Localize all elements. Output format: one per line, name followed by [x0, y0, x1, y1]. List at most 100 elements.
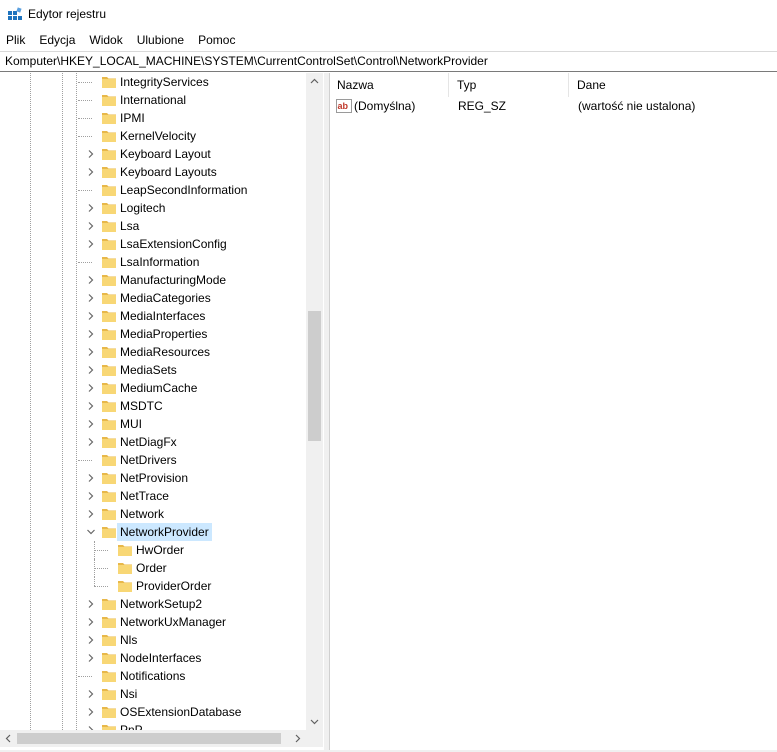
tree-item[interactable]: PnP — [0, 721, 306, 730]
chevron-right-icon[interactable] — [86, 599, 96, 609]
chevron-right-icon[interactable] — [86, 617, 96, 627]
tree-guide-line — [94, 541, 95, 559]
chevron-right-icon[interactable] — [86, 239, 96, 249]
tree-item-label: MUI — [120, 417, 142, 431]
scroll-down-icon[interactable] — [310, 717, 319, 726]
value-type: REG_SZ — [458, 99, 507, 113]
chevron-right-icon[interactable] — [86, 167, 96, 177]
tree-item[interactable]: Logitech — [0, 199, 306, 217]
tree-item[interactable]: MediaProperties — [0, 325, 306, 343]
scroll-right-icon[interactable] — [293, 734, 302, 743]
folder-icon — [102, 617, 116, 628]
address-input[interactable] — [0, 52, 777, 71]
values-list-pane: Nazwa Typ Dane ab (Domyślna) REG_SZ (war… — [329, 73, 777, 750]
value-row[interactable]: ab (Domyślna) REG_SZ (wartość nie ustalo… — [330, 97, 777, 115]
value-data: (wartość nie ustalona) — [578, 99, 696, 113]
tree-item[interactable]: NodeInterfaces — [0, 649, 306, 667]
chevron-right-icon[interactable] — [86, 149, 96, 159]
chevron-right-icon[interactable] — [86, 707, 96, 717]
tree-vertical-scrollbar[interactable] — [306, 73, 323, 730]
chevron-right-icon[interactable] — [86, 509, 96, 519]
folder-icon — [102, 653, 116, 664]
tree-horizontal-scrollbar[interactable] — [0, 730, 306, 747]
menu-edit[interactable]: Edycja — [32, 30, 82, 50]
tree-item[interactable]: Nsi — [0, 685, 306, 703]
chevron-right-icon[interactable] — [86, 437, 96, 447]
tree-item[interactable]: MediaInterfaces — [0, 307, 306, 325]
chevron-right-icon[interactable] — [86, 491, 96, 501]
tree-item[interactable]: International — [0, 91, 306, 109]
tree-item[interactable]: NetDiagFx — [0, 433, 306, 451]
column-header-data[interactable]: Dane — [570, 73, 777, 97]
tree-item[interactable]: MSDTC — [0, 397, 306, 415]
chevron-right-icon[interactable] — [86, 293, 96, 303]
folder-icon — [102, 437, 116, 448]
folder-icon — [102, 635, 116, 646]
chevron-right-icon[interactable] — [86, 329, 96, 339]
tree-item[interactable]: HwOrder — [0, 541, 306, 559]
menu-file[interactable]: Plik — [0, 30, 32, 50]
tree-item[interactable]: MediaSets — [0, 361, 306, 379]
tree-item-label: NetDrivers — [120, 453, 177, 467]
tree-item[interactable]: Nls — [0, 631, 306, 649]
tree-item[interactable]: NetworkProvider — [0, 523, 306, 541]
chevron-right-icon[interactable] — [86, 473, 96, 483]
chevron-right-icon[interactable] — [86, 221, 96, 231]
tree-item[interactable]: LsaExtensionConfig — [0, 235, 306, 253]
chevron-down-icon[interactable] — [86, 527, 96, 537]
tree-item[interactable]: MediaResources — [0, 343, 306, 361]
tree-item[interactable]: Notifications — [0, 667, 306, 685]
tree-item[interactable]: KernelVelocity — [0, 127, 306, 145]
tree-item[interactable]: MUI — [0, 415, 306, 433]
tree-item[interactable]: NetTrace — [0, 487, 306, 505]
folder-icon — [102, 239, 116, 250]
scroll-left-icon[interactable] — [4, 734, 13, 743]
tree-item[interactable]: OSExtensionDatabase — [0, 703, 306, 721]
chevron-right-icon[interactable] — [86, 275, 96, 285]
chevron-right-icon[interactable] — [86, 419, 96, 429]
tree-item[interactable]: ManufacturingMode — [0, 271, 306, 289]
chevron-right-icon[interactable] — [86, 347, 96, 357]
tree-item[interactable]: Keyboard Layout — [0, 145, 306, 163]
tree-item[interactable]: MediumCache — [0, 379, 306, 397]
chevron-right-icon[interactable] — [86, 383, 96, 393]
chevron-right-icon[interactable] — [86, 653, 96, 663]
column-header-type[interactable]: Typ — [450, 73, 569, 97]
tree-item[interactable]: NetProvision — [0, 469, 306, 487]
tree-item[interactable]: LeapSecondInformation — [0, 181, 306, 199]
tree-item[interactable]: IntegrityServices — [0, 73, 306, 91]
tree-item[interactable]: IPMI — [0, 109, 306, 127]
folder-icon — [102, 293, 116, 304]
folder-icon — [102, 491, 116, 502]
tree-item[interactable]: ProviderOrder — [0, 577, 306, 595]
vertical-scroll-thumb[interactable] — [308, 311, 321, 441]
chevron-right-icon[interactable] — [86, 401, 96, 411]
tree-item[interactable]: Order — [0, 559, 306, 577]
chevron-right-icon[interactable] — [86, 203, 96, 213]
chevron-right-icon[interactable] — [86, 689, 96, 699]
folder-icon — [102, 455, 116, 466]
chevron-right-icon[interactable] — [86, 311, 96, 321]
key-tree[interactable]: IntegrityServices International IPMI Kernel… — [0, 73, 306, 730]
horizontal-scroll-thumb[interactable] — [17, 733, 281, 744]
chevron-right-icon[interactable] — [86, 635, 96, 645]
menu-favorites[interactable]: Ulubione — [130, 30, 191, 50]
tree-item[interactable]: Keyboard Layouts — [0, 163, 306, 181]
folder-icon — [102, 509, 116, 520]
tree-item[interactable]: NetworkSetup2 — [0, 595, 306, 613]
tree-item[interactable]: LsaInformation — [0, 253, 306, 271]
tree-connector — [78, 118, 92, 119]
tree-item-label: NetworkProvider — [117, 523, 212, 541]
tree-item[interactable]: NetworkUxManager — [0, 613, 306, 631]
menu-help[interactable]: Pomoc — [191, 30, 242, 50]
folder-icon — [102, 473, 116, 484]
tree-item[interactable]: Network — [0, 505, 306, 523]
tree-item[interactable]: Lsa — [0, 217, 306, 235]
folder-icon — [102, 203, 116, 214]
scroll-up-icon[interactable] — [310, 77, 319, 86]
column-header-name[interactable]: Nazwa — [330, 73, 449, 97]
chevron-right-icon[interactable] — [86, 365, 96, 375]
menu-view[interactable]: Widok — [82, 30, 129, 50]
tree-item[interactable]: MediaCategories — [0, 289, 306, 307]
tree-item[interactable]: NetDrivers — [0, 451, 306, 469]
